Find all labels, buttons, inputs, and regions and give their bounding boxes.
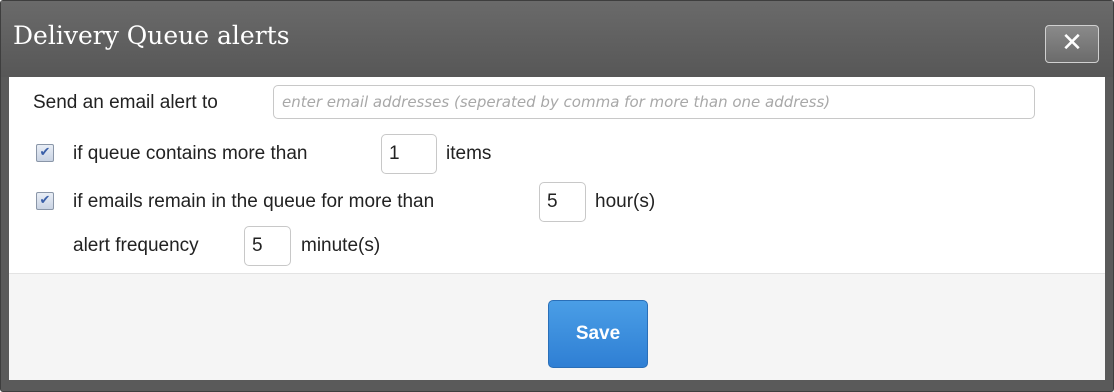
queue-items-threshold-input[interactable] [381,134,437,174]
queue-items-label: if queue contains more than [73,143,308,164]
email-alert-label: Send an email alert to [33,92,218,113]
dialog-title: Delivery Queue alerts [13,21,290,50]
queue-time-checkbox[interactable]: ✔ [36,192,54,210]
dialog-footer: Save [9,273,1105,380]
alert-frequency-input[interactable] [244,226,291,266]
queue-time-hours-input[interactable] [539,182,586,222]
close-button[interactable]: ✕ [1045,25,1099,63]
close-icon: ✕ [1061,28,1083,58]
queue-time-suffix: hour(s) [595,191,656,212]
queue-items-checkbox[interactable]: ✔ [36,144,54,162]
check-icon: ✔ [39,193,51,208]
dialog-titlebar: Delivery Queue alerts ✕ [1,1,1113,77]
check-icon: ✔ [39,145,51,160]
dialog-body: Send an email alert to ✔ if queue contai… [9,77,1105,273]
save-button[interactable]: Save [548,300,648,368]
queue-items-suffix: items [446,143,492,164]
email-addresses-input[interactable] [273,85,1035,119]
queue-time-label: if emails remain in the queue for more t… [73,191,435,212]
alert-frequency-label: alert frequency [73,235,199,256]
alert-frequency-suffix: minute(s) [301,235,381,256]
delivery-queue-alerts-dialog: Delivery Queue alerts ✕ Send an email al… [0,0,1114,392]
